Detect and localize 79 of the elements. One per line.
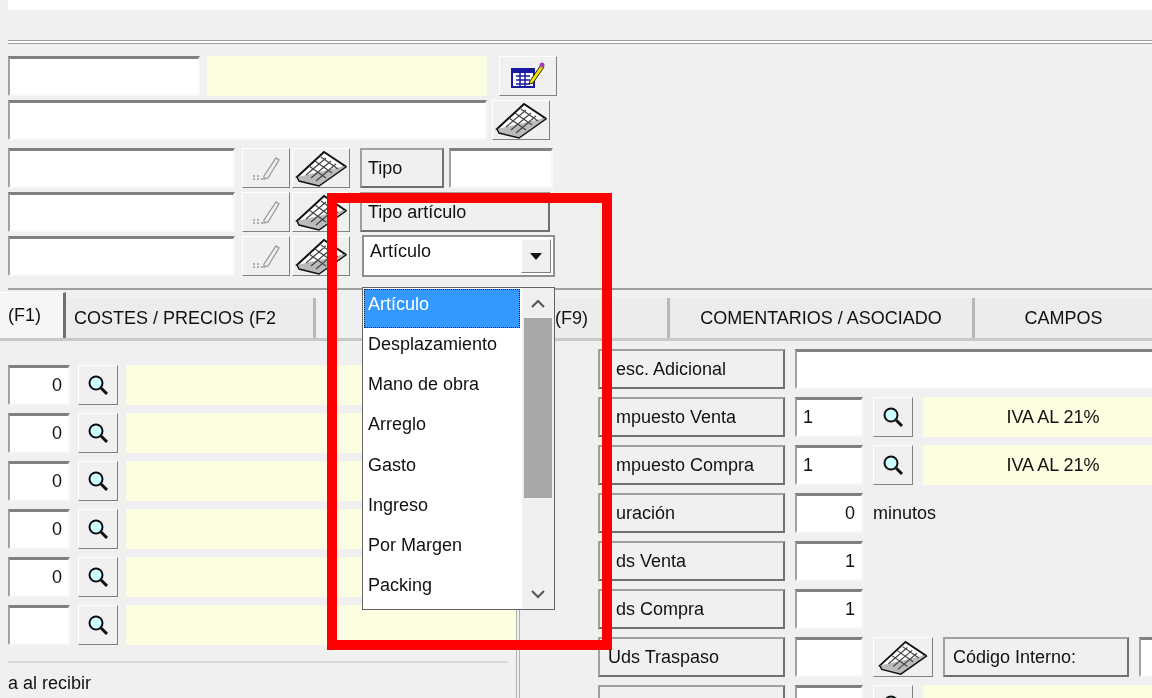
search-button[interactable] — [78, 413, 118, 453]
tab[interactable]: COMENTARIOS / ASOCIADO — [670, 298, 975, 338]
calendar-pencil-icon — [510, 61, 546, 91]
number-field[interactable]: 0 — [8, 413, 70, 453]
number-field[interactable]: 0 — [8, 557, 70, 597]
dropdown-option[interactable]: Arreglo — [364, 409, 520, 449]
dropdown-option[interactable]: Desplazamiento — [364, 329, 520, 369]
number-field[interactable]: 0 — [795, 493, 863, 533]
text-field[interactable] — [8, 56, 200, 96]
unit-text: minutos — [873, 502, 937, 524]
keyboard-button[interactable] — [292, 148, 350, 188]
search-button[interactable] — [78, 605, 118, 645]
keyboard-icon — [877, 638, 929, 676]
field-label: ds Compra — [598, 589, 785, 629]
number-field[interactable]: 0 — [8, 365, 70, 405]
field-label: mpuesto Compra — [598, 445, 785, 485]
code-field[interactable]: 1 — [795, 445, 863, 485]
number-field[interactable] — [8, 605, 70, 645]
keyboard-button[interactable] — [492, 100, 550, 140]
pencil-button[interactable] — [242, 148, 290, 188]
field-label: Código Interno: — [943, 637, 1129, 677]
description-field: IVA AL 21% — [923, 445, 1152, 485]
calendar-button[interactable] — [499, 56, 557, 96]
field-label: Uds Traspaso — [598, 637, 785, 677]
field-label: uración — [598, 493, 785, 533]
chevron-down-icon — [531, 589, 545, 599]
scrollbar[interactable] — [522, 288, 554, 609]
text-field[interactable] — [8, 148, 235, 188]
text-field[interactable] — [8, 236, 235, 276]
tab[interactable]: CAMPOS — [975, 298, 1152, 338]
search-icon — [882, 454, 904, 476]
search-icon — [882, 406, 904, 428]
pencil-button[interactable] — [242, 236, 290, 276]
search-icon — [87, 518, 109, 540]
search-button[interactable] — [78, 557, 118, 597]
search-button[interactable] — [873, 445, 913, 485]
dropdown-button[interactable] — [521, 239, 551, 273]
number-field[interactable]: 1 — [795, 541, 863, 581]
dropdown-option[interactable]: Gasto — [364, 449, 520, 489]
description-field: IVA AL 21% — [923, 397, 1152, 437]
keyboard-icon — [294, 193, 348, 231]
search-button[interactable] — [78, 365, 118, 405]
text-field[interactable] — [449, 148, 553, 188]
number-field[interactable]: 0 — [8, 509, 70, 549]
field-label: ds Venta — [598, 541, 785, 581]
search-icon — [87, 374, 109, 396]
text-field[interactable] — [795, 349, 1152, 389]
keyboard-icon — [294, 149, 348, 187]
field-label: esc. Adicional — [598, 349, 785, 389]
tab[interactable]: (F1) — [0, 292, 66, 338]
keyboard-icon — [494, 101, 548, 139]
type-dropdown[interactable]: Artículo — [362, 235, 555, 277]
search-button[interactable] — [78, 461, 118, 501]
option-text: a al recibir — [8, 661, 508, 698]
dropdown-option[interactable]: Ingreso — [364, 489, 520, 529]
dropdown-option[interactable]: Por Margen — [364, 529, 520, 569]
dropdown-option[interactable]: Packing — [364, 569, 520, 609]
number-field[interactable] — [795, 637, 863, 677]
number-field[interactable]: 0 — [8, 461, 70, 501]
code-field[interactable]: 1 — [795, 397, 863, 437]
chevron-up-icon — [531, 298, 545, 308]
keyboard-icon — [294, 237, 348, 275]
field-label: mpuesto Venta — [598, 397, 785, 437]
pencil-button[interactable] — [242, 192, 290, 232]
search-icon — [87, 566, 109, 588]
caret-icon — [530, 252, 542, 260]
search-icon — [87, 470, 109, 492]
search-button[interactable] — [873, 397, 913, 437]
field-label: Tipo — [360, 148, 444, 188]
search-button[interactable] — [78, 509, 118, 549]
text-field[interactable] — [8, 100, 487, 140]
search-icon — [87, 614, 109, 636]
number-field[interactable]: 1 — [795, 589, 863, 629]
tab[interactable]: COSTES / PRECIOS (F2 — [66, 298, 316, 338]
search-icon — [87, 422, 109, 444]
keyboard-button[interactable] — [873, 637, 933, 677]
text-field[interactable] — [8, 192, 235, 232]
dropdown-option[interactable]: Mano de obra — [364, 369, 520, 409]
scroll-thumb[interactable] — [524, 318, 552, 498]
